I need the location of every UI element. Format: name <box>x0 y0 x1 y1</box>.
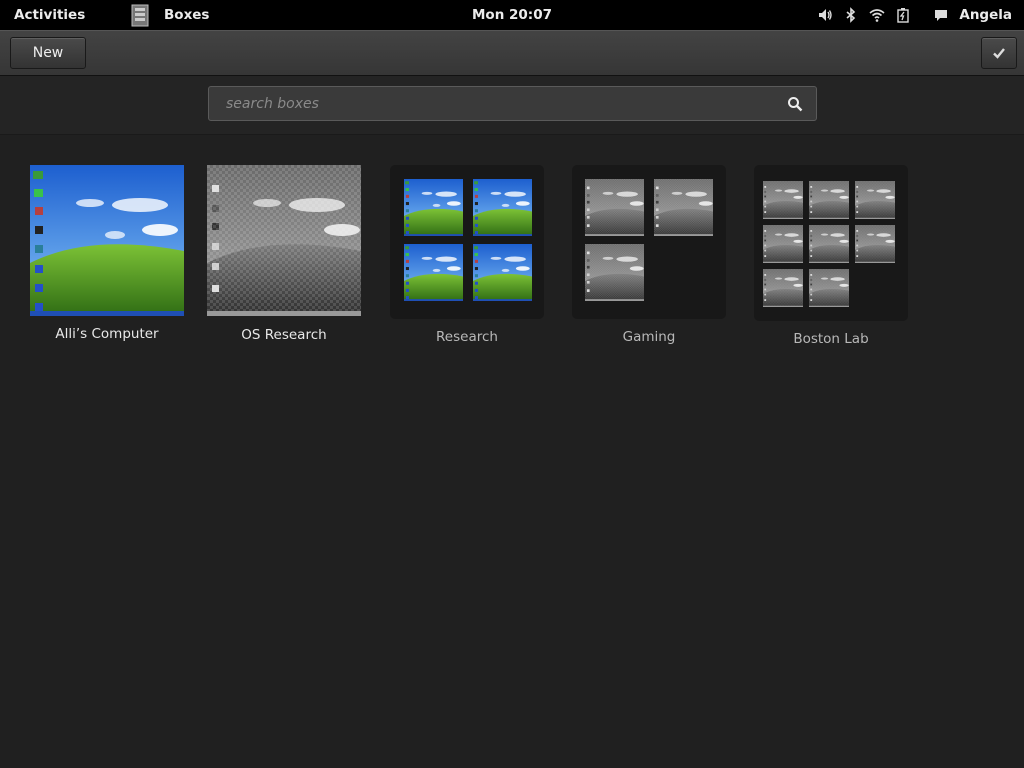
collection-member-thumbnail <box>404 179 463 236</box>
collection-member-thumbnail <box>763 181 803 219</box>
app-name: Boxes <box>164 7 210 23</box>
chat-icon <box>935 10 948 21</box>
box-label: OS Research <box>241 327 327 343</box>
volume-icon[interactable] <box>817 7 833 23</box>
box-thumbnail[interactable] <box>207 165 361 316</box>
collection-member-thumbnail <box>763 269 803 307</box>
collection-member-thumbnail <box>654 179 713 236</box>
checkmark-icon <box>993 48 1005 59</box>
collection-member-thumbnail <box>809 181 849 219</box>
box-label: Alli’s Computer <box>55 326 159 342</box>
collection-label: Boston Lab <box>793 331 869 347</box>
boxes-grid: Alli’s Computer OS Research Research Gam… <box>0 135 1024 768</box>
collection-member-thumbnail <box>585 179 644 236</box>
search-bar <box>0 76 1024 135</box>
box-thumbnail[interactable] <box>30 165 184 316</box>
battery-icon[interactable] <box>895 7 911 23</box>
status-area: Angela <box>807 0 1012 30</box>
selection-mode-button[interactable] <box>981 37 1017 69</box>
clock[interactable]: Mon 20:07 <box>472 7 552 23</box>
collection-member-thumbnail <box>855 225 895 263</box>
wifi-icon[interactable] <box>869 7 885 23</box>
collection-member-thumbnail <box>585 244 644 301</box>
search-field <box>208 86 817 121</box>
activities-button[interactable]: Activities <box>14 7 85 23</box>
collection-member-thumbnail <box>473 179 532 236</box>
collection-thumbnail[interactable] <box>754 165 908 321</box>
collection-member-thumbnail <box>763 225 803 263</box>
collection-thumbnail[interactable] <box>572 165 726 319</box>
boxes-app-icon <box>131 4 149 27</box>
header-toolbar: New <box>0 30 1024 76</box>
new-button[interactable]: New <box>10 37 86 69</box>
collection-member-thumbnail <box>809 225 849 263</box>
collection-label: Gaming <box>622 329 676 345</box>
top-bar: Activities Boxes Mon 20:07 Angela <box>0 0 1024 30</box>
user-name: Angela <box>959 7 1012 23</box>
user-menu[interactable]: Angela <box>933 7 1012 23</box>
collection-thumbnail[interactable] <box>390 165 544 319</box>
collection-label: Research <box>436 329 498 345</box>
app-menu[interactable]: Boxes <box>128 0 209 30</box>
search-input[interactable] <box>209 87 769 120</box>
search-icon[interactable] <box>787 96 803 112</box>
bluetooth-icon[interactable] <box>843 7 859 23</box>
collection-member-thumbnail <box>473 244 532 301</box>
collection-member-thumbnail <box>855 181 895 219</box>
collection-member-thumbnail <box>404 244 463 301</box>
collection-member-thumbnail <box>809 269 849 307</box>
